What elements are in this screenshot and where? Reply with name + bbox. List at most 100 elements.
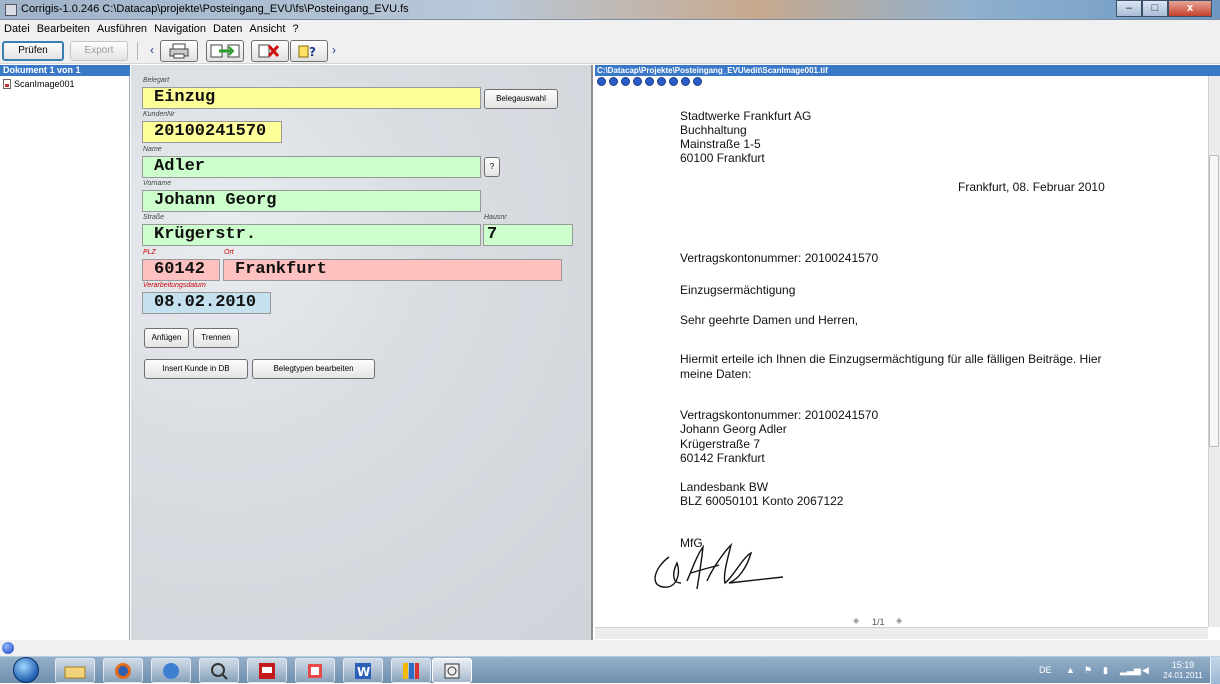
- fit-page-icon[interactable]: [645, 77, 654, 86]
- horizontal-scrollbar[interactable]: [595, 627, 1208, 639]
- belegart-label: Belegart: [143, 77, 170, 84]
- menu-ausfuehren[interactable]: Ausführen: [97, 23, 147, 35]
- paint-icon[interactable]: [295, 658, 335, 683]
- start-button[interactable]: [13, 657, 39, 683]
- ort-field[interactable]: Frankfurt: [223, 259, 562, 281]
- contract-line: Vertragskontonummer: 20100241570: [680, 251, 879, 265]
- zoom-reset-icon[interactable]: [621, 77, 630, 86]
- data-line: Johann Georg Adler: [680, 422, 787, 436]
- split-icon[interactable]: [206, 40, 244, 62]
- info-icon[interactable]: [693, 77, 702, 86]
- word-icon[interactable]: W: [343, 658, 383, 683]
- strasse-label: Straße: [143, 214, 165, 221]
- next-arrow[interactable]: ›: [329, 40, 339, 60]
- vorname-label: Vorname: [143, 180, 172, 187]
- volume-icon[interactable]: ◀: [1142, 665, 1149, 676]
- delete-icon[interactable]: [251, 40, 289, 62]
- next-page-icon[interactable]: ◈: [896, 616, 902, 625]
- trennen-button[interactable]: Trennen: [193, 328, 239, 348]
- prev-page-icon[interactable]: ◈: [853, 616, 859, 625]
- bank-line: BLZ 60050101 Konto 2067122: [680, 494, 844, 508]
- prev-arrow[interactable]: ‹: [147, 40, 157, 60]
- pdf-icon[interactable]: [247, 658, 287, 683]
- vertical-scroll-thumb[interactable]: [1209, 155, 1219, 447]
- plz-field[interactable]: 60142: [142, 259, 220, 281]
- belegart-field[interactable]: Einzug: [142, 87, 481, 109]
- app-icon: [5, 4, 17, 16]
- menu-datei[interactable]: Datei: [4, 23, 30, 35]
- hausnr-field[interactable]: 7: [483, 224, 573, 246]
- clock-time[interactable]: 15:19: [1160, 660, 1206, 670]
- subject-line: Einzugsermächtigung: [680, 283, 796, 297]
- svg-text:W: W: [357, 665, 370, 679]
- zoom-toolbar: [597, 77, 705, 86]
- body-line: Hiermit erteile ich Ihnen die Einzugserm…: [680, 352, 1102, 366]
- title-bar: Corrigis-1.0.246 C:\Datacap\projekte\Pos…: [0, 0, 1220, 20]
- svg-text:?: ?: [309, 45, 316, 59]
- taskbar: W DE ▲ ⚑ ▮ ▂▃▅ ◀ 15:19 24.01.2011: [0, 656, 1220, 684]
- tray-arrow-icon[interactable]: ▲: [1066, 665, 1075, 675]
- zoom-out-icon[interactable]: [597, 77, 606, 86]
- status-info-icon: [2, 642, 14, 654]
- document-viewer: C:\Datacap\Projekte\Posteingang_EVU\edit…: [595, 65, 1220, 640]
- battery-icon[interactable]: ▮: [1103, 665, 1108, 676]
- rotate-left-icon[interactable]: [657, 77, 666, 86]
- language-indicator[interactable]: DE: [1039, 665, 1052, 675]
- menu-bearbeiten[interactable]: Bearbeiten: [37, 23, 90, 35]
- belegauswahl-button[interactable]: Belegauswahl: [484, 89, 558, 109]
- clock-date[interactable]: 24.01.2011: [1158, 671, 1208, 680]
- strasse-field[interactable]: Krügerstr.: [142, 224, 481, 246]
- name-label: Name: [143, 146, 162, 153]
- body-line: meine Daten:: [680, 367, 752, 381]
- tree-item-scanimage[interactable]: ScanImage001: [3, 79, 75, 89]
- close-button[interactable]: x: [1168, 0, 1212, 17]
- media-icon[interactable]: [391, 658, 431, 683]
- insert-kunde-button[interactable]: Insert Kunde in DB: [144, 359, 248, 379]
- signature-image: [654, 542, 784, 590]
- export-button[interactable]: Export: [70, 41, 128, 61]
- sender-line: Mainstraße 1-5: [680, 137, 761, 151]
- date-line: Frankfurt, 08. Februar 2010: [958, 180, 1105, 194]
- sender-line: 60100 Frankfurt: [680, 151, 765, 165]
- data-line: Vertragskontonummer: 20100241570: [680, 408, 879, 422]
- action-center-icon[interactable]: ⚑: [1084, 665, 1092, 676]
- zoom-in-icon[interactable]: [609, 77, 618, 86]
- bank-line: Landesbank BW: [680, 480, 769, 494]
- sender-line: Stadtwerke Frankfurt AG: [680, 109, 812, 123]
- minimize-button[interactable]: –: [1116, 0, 1142, 17]
- pruefen-button[interactable]: Prüfen: [2, 41, 64, 61]
- menu-navigation[interactable]: Navigation: [154, 23, 206, 35]
- belegtypen-button[interactable]: Belegtypen bearbeiten: [252, 359, 375, 379]
- verarbeitungsdatum-label: Verarbeitungsdatum: [143, 282, 206, 289]
- corrigis-icon[interactable]: [432, 658, 472, 683]
- network-icon[interactable]: [151, 658, 191, 683]
- name-field[interactable]: Adler: [142, 156, 481, 178]
- search-icon[interactable]: [199, 658, 239, 683]
- document-tree-panel: Dokument 1 von 1 ScanImage001: [0, 65, 130, 640]
- document-icon: [3, 79, 11, 89]
- vorname-field[interactable]: Johann Georg: [142, 190, 481, 212]
- mirror-icon[interactable]: [681, 77, 690, 86]
- show-desktop-button[interactable]: [1210, 657, 1220, 684]
- menu-help[interactable]: ?: [292, 23, 298, 35]
- menu-daten[interactable]: Daten: [213, 23, 242, 35]
- menu-bar: Datei Bearbeiten Ausführen Navigation Da…: [0, 20, 1220, 38]
- plz-label: PLZ: [143, 249, 156, 256]
- window-title: Corrigis-1.0.246 C:\Datacap\projekte\Pos…: [21, 3, 409, 15]
- rotate-right-icon[interactable]: [669, 77, 678, 86]
- explorer-icon[interactable]: [55, 658, 95, 683]
- fit-width-icon[interactable]: [633, 77, 642, 86]
- window-controls: – □ x: [1116, 0, 1212, 18]
- firefox-icon[interactable]: [103, 658, 143, 683]
- help-icon[interactable]: ?: [290, 40, 328, 62]
- status-strip: [0, 640, 1220, 656]
- maximize-button[interactable]: □: [1142, 0, 1168, 17]
- sender-line: Buchhaltung: [680, 123, 747, 137]
- kundennr-field[interactable]: 20100241570: [142, 121, 282, 143]
- anfuegen-button[interactable]: Anfügen: [144, 328, 189, 348]
- menu-ansicht[interactable]: Ansicht: [249, 23, 285, 35]
- signal-icon[interactable]: ▂▃▅: [1120, 665, 1141, 676]
- name-help-button[interactable]: ?: [484, 157, 500, 177]
- verarbeitungsdatum-field[interactable]: 08.02.2010: [142, 292, 271, 314]
- print-icon[interactable]: [160, 40, 198, 62]
